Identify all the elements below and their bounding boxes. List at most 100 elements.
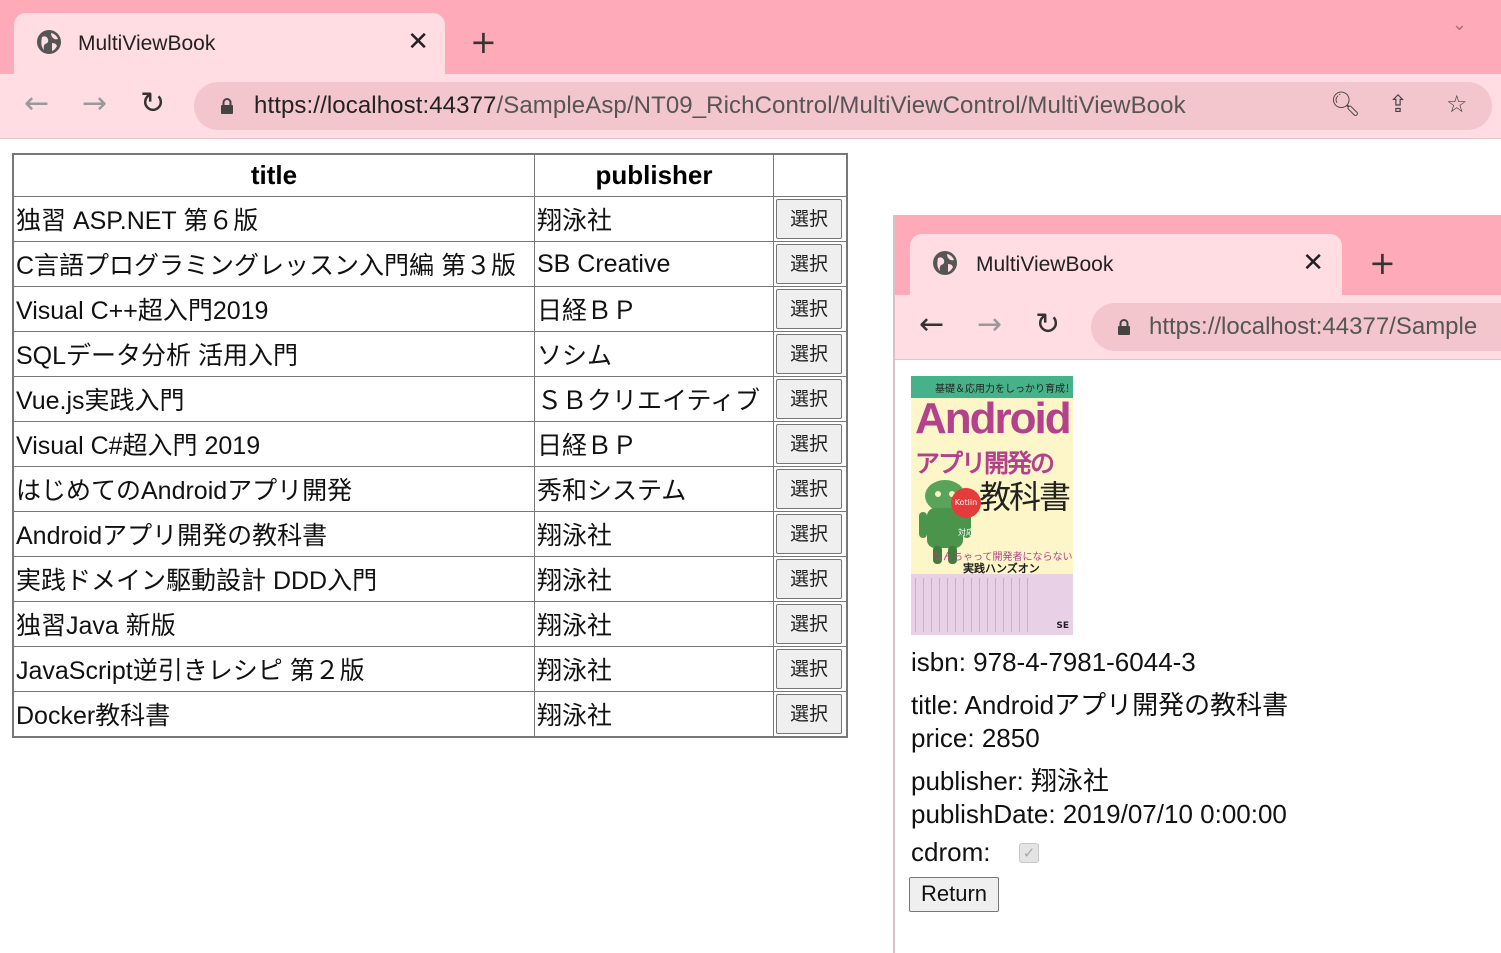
- lock-icon: [1118, 319, 1130, 335]
- detail-browser-window: MultiViewBook ✕ + ← → ↻ https://localhos…: [893, 215, 1501, 953]
- return-button[interactable]: Return: [909, 877, 999, 912]
- back-icon[interactable]: ←: [24, 84, 49, 124]
- book-publisher-cell: ＳＢクリエイティブ: [534, 376, 774, 422]
- url-host: https://localhost:44377: [254, 92, 497, 119]
- select-button[interactable]: 選択: [776, 379, 842, 419]
- select-cell: 選択: [773, 421, 848, 467]
- select-cell: 選択: [773, 376, 848, 422]
- detail-label: price:: [911, 723, 975, 753]
- table-row: Androidアプリ開発の教科書 翔泳社 選択: [12, 511, 848, 557]
- book-title-cell: はじめてのAndroidアプリ開発: [12, 466, 535, 512]
- url-path: /SampleAsp/NT09_RichControl/MultiViewCon…: [496, 92, 1186, 119]
- table-row: Visual C++超入門2019 日経ＢＰ 選択: [12, 286, 848, 332]
- browser-tab[interactable]: MultiViewBook ✕: [14, 13, 445, 74]
- select-button[interactable]: 選択: [776, 469, 842, 509]
- book-publisher-cell: 秀和システム: [534, 466, 774, 512]
- book-publisher-cell: 日経ＢＰ: [534, 421, 774, 467]
- url-text: https://localhost:44377/SampleAsp/NT09_R…: [254, 92, 1186, 120]
- header-select: [773, 153, 848, 197]
- tab-strip: MultiViewBook ✕ + ⌄: [0, 0, 1501, 74]
- detail-value: Androidアプリ開発の教科書: [964, 690, 1289, 720]
- book-publisher-cell: ソシム: [534, 331, 774, 377]
- table-row: 独習 ASP.NET 第６版 翔泳社 選択: [12, 196, 848, 242]
- cdrom-label: cdrom:: [911, 837, 991, 867]
- cdrom-checkbox: ✓: [1019, 843, 1039, 863]
- detail-browser-tab[interactable]: MultiViewBook ✕: [910, 234, 1342, 295]
- header-publisher: publisher: [534, 153, 774, 197]
- book-publisher-cell: 翔泳社: [534, 196, 774, 242]
- select-button[interactable]: 選択: [776, 514, 842, 554]
- tab-title: MultiViewBook: [78, 32, 216, 55]
- bookmark-star-icon[interactable]: ☆: [1446, 90, 1468, 118]
- select-button[interactable]: 選択: [776, 199, 842, 239]
- forward-icon[interactable]: →: [977, 305, 1002, 345]
- close-tab-icon[interactable]: ✕: [1302, 248, 1324, 278]
- back-icon[interactable]: ←: [919, 305, 944, 345]
- table-row: 実践ドメイン駆動設計 DDD入門 翔泳社 選択: [12, 556, 848, 602]
- book-title-cell: Visual C#超入門 2019: [12, 421, 535, 467]
- cover-publisher-logo: SE: [1056, 621, 1069, 631]
- detail-address-bar[interactable]: https://localhost:44377/Sample: [1091, 303, 1501, 351]
- select-cell: 選択: [773, 691, 848, 738]
- select-button[interactable]: 選択: [776, 559, 842, 599]
- select-button[interactable]: 選択: [776, 334, 842, 374]
- address-bar[interactable]: https://localhost:44377/SampleAsp/NT09_R…: [194, 82, 1492, 130]
- new-tab-icon[interactable]: +: [1369, 245, 1396, 281]
- cover-band-text: 基礎＆応用力をしっかり育成！: [935, 384, 1073, 395]
- select-button[interactable]: 選択: [776, 649, 842, 689]
- table-row: Visual C#超入門 2019 日経ＢＰ 選択: [12, 421, 848, 467]
- select-button[interactable]: 選択: [776, 244, 842, 284]
- book-title-cell: 実践ドメイン駆動設計 DDD入門: [12, 556, 535, 602]
- book-title-cell: JavaScript逆引きレシピ 第２版: [12, 646, 535, 692]
- detail-toolbar: ← → ↻ https://localhost:44377/Sample: [895, 295, 1501, 360]
- table-row: SQLデータ分析 活用入門 ソシム 選択: [12, 331, 848, 377]
- book-title-cell: Docker教科書: [12, 691, 535, 738]
- book-publisher-cell: 翔泳社: [534, 691, 774, 738]
- select-button[interactable]: 選択: [776, 289, 842, 329]
- detail-line: publishDate: 2019/07/10 0:00:00: [911, 799, 1287, 830]
- select-cell: 選択: [773, 556, 848, 602]
- select-cell: 選択: [773, 331, 848, 377]
- books-gridview: title publisher 独習 ASP.NET 第６版 翔泳社 選択 C言語プロ…: [12, 153, 848, 738]
- kotlin-badge: Kotlin対応: [951, 488, 981, 537]
- detail-line: price: 2850: [911, 723, 1040, 754]
- forward-icon[interactable]: →: [82, 84, 107, 124]
- detail-value: 2019/07/10 0:00:00: [1062, 799, 1287, 829]
- new-tab-icon[interactable]: +: [470, 24, 497, 60]
- zoom-icon[interactable]: 🔍︎: [1330, 90, 1360, 118]
- table-row: Vue.js実践入門 ＳＢクリエイティブ 選択: [12, 376, 848, 422]
- reload-icon[interactable]: ↻: [140, 84, 165, 124]
- reload-icon[interactable]: ↻: [1035, 305, 1060, 345]
- detail-label: isbn:: [911, 647, 966, 677]
- close-tab-icon[interactable]: ✕: [407, 27, 429, 57]
- select-cell: 選択: [773, 646, 848, 692]
- globe-icon: [37, 30, 61, 54]
- table-row: JavaScript逆引きレシピ 第２版 翔泳社 選択: [12, 646, 848, 692]
- tab-search-icon[interactable]: ⌄: [1452, 14, 1467, 35]
- cover-author-lines: [915, 578, 1035, 632]
- book-title-cell: Visual C++超入門2019: [12, 286, 535, 332]
- header-title: title: [12, 153, 535, 197]
- detail-line: title: Androidアプリ開発の教科書: [911, 685, 1288, 722]
- detail-value: 翔泳社: [1030, 766, 1109, 796]
- book-publisher-cell: 日経ＢＰ: [534, 286, 774, 332]
- select-cell: 選択: [773, 601, 848, 647]
- detail-label: title:: [911, 690, 959, 720]
- book-title-cell: 独習 ASP.NET 第６版: [12, 196, 535, 242]
- detail-label: publishDate:: [911, 799, 1056, 829]
- book-publisher-cell: 翔泳社: [534, 556, 774, 602]
- globe-icon: [933, 251, 957, 275]
- table-row: 独習Java 新版 翔泳社 選択: [12, 601, 848, 647]
- cover-subtitle-2: 教科書: [979, 478, 1071, 516]
- share-icon[interactable]: ⇪: [1388, 90, 1408, 118]
- detail-line: publisher: 翔泳社: [911, 761, 1109, 798]
- select-button[interactable]: 選択: [776, 604, 842, 644]
- detail-tab-strip: MultiViewBook ✕ +: [895, 215, 1501, 295]
- select-cell: 選択: [773, 466, 848, 512]
- detail-tab-title: MultiViewBook: [976, 253, 1114, 276]
- detail-line: isbn: 978-4-7981-6044-3: [911, 647, 1196, 678]
- select-button[interactable]: 選択: [776, 694, 842, 734]
- table-row: はじめてのAndroidアプリ開発 秀和システム 選択: [12, 466, 848, 512]
- book-cover-image: 基礎＆応用力をしっかり育成！ Android アプリ開発の 教科書 Kotlin…: [911, 376, 1073, 635]
- select-button[interactable]: 選択: [776, 424, 842, 464]
